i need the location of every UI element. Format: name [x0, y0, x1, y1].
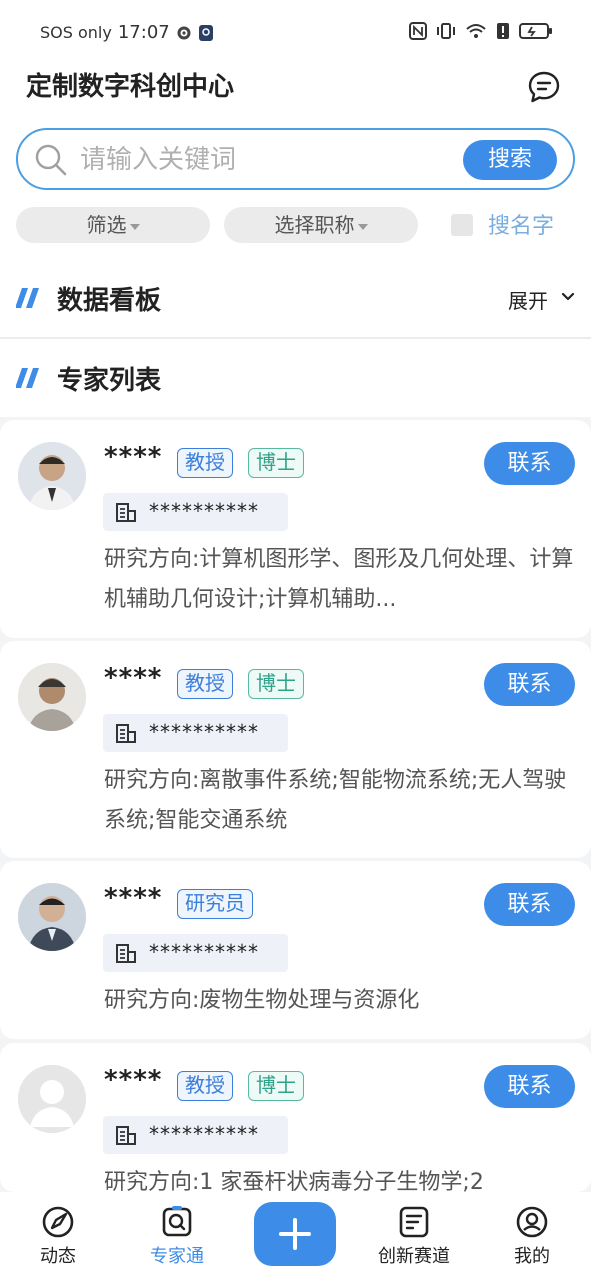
tag-doctorate: 博士: [248, 1071, 304, 1101]
profile-icon: [516, 1206, 548, 1238]
nav-experts[interactable]: 专家通: [127, 1204, 227, 1268]
nav-label: 专家通: [150, 1246, 204, 1267]
search-name-label[interactable]: 搜名字: [488, 208, 554, 240]
filter-label: 筛选: [86, 213, 127, 237]
page-title: 定制数字科创中心: [26, 72, 235, 102]
expert-card[interactable]: **** 教授 博士 联系 ********** 研究方向:离散事件系统;智能物…: [0, 641, 591, 858]
compass-icon: [42, 1206, 74, 1238]
section-marker-icon: [16, 368, 39, 388]
status-left: SOS only 17:07: [40, 22, 214, 43]
contact-button[interactable]: 联系: [484, 1065, 575, 1108]
contact-button[interactable]: 联系: [484, 663, 575, 706]
title-label: 选择职称: [274, 213, 355, 237]
nav-dynamics[interactable]: 动态: [8, 1204, 108, 1268]
search-input[interactable]: [80, 140, 450, 180]
search-name-checkbox[interactable]: [451, 214, 473, 236]
carrier-text: SOS only: [40, 23, 112, 42]
research-direction: 研究方向:计算机图形学、图形及几何处理、计算机辅助几何设计;计算机辅助...: [104, 547, 574, 612]
expand-toggle[interactable]: 展开: [508, 285, 548, 314]
tag-doctorate: 博士: [248, 448, 304, 478]
search-icon: [35, 144, 67, 176]
contact-button[interactable]: 联系: [484, 883, 575, 926]
expert-name: ****: [104, 442, 163, 472]
expert-list-header: 专家列表: [0, 339, 591, 417]
avatar-photo-icon: [18, 663, 86, 731]
filter-dropdown[interactable]: 筛选: [16, 207, 210, 243]
avatar-photo-icon: [18, 883, 86, 951]
vibrate-icon: [437, 23, 455, 39]
caret-down-icon: [357, 223, 368, 230]
tag-professor: 教授: [177, 669, 233, 699]
avatar: [18, 1065, 86, 1133]
expert-list-title: 专家列表: [57, 366, 162, 396]
nav-label: 创新赛道: [378, 1246, 450, 1267]
expert-card[interactable]: **** 教授 博士 联系 ********** 研究方向:1 家蚕杆状病毒分子…: [0, 1043, 591, 1195]
nav-label: 我的: [514, 1246, 550, 1267]
expert-card[interactable]: **** 研究员 联系 ********** 研究方向:废物生物处理与资源化: [0, 861, 591, 1039]
avatar: [18, 663, 86, 731]
contact-button[interactable]: 联系: [484, 442, 575, 485]
alert-icon: [497, 23, 509, 39]
tag-professor: 教授: [177, 1071, 233, 1101]
default-avatar-icon: [18, 1065, 86, 1133]
title-dropdown[interactable]: 选择职称: [224, 207, 418, 243]
tag-professor: 教授: [177, 448, 233, 478]
status-bar: SOS only 17:07: [0, 0, 591, 66]
avatar: [18, 442, 86, 510]
expert-name: ****: [104, 883, 163, 913]
research-direction: 研究方向:离散事件系统;智能物流系统;无人驾驶系统;智能交通系统: [104, 768, 567, 833]
search-bar: 搜索: [16, 128, 575, 190]
chat-bubble-icon[interactable]: [527, 70, 561, 104]
battery-charging-icon: [519, 23, 552, 39]
nav-innovation[interactable]: 创新赛道: [364, 1204, 464, 1268]
nav-label: 动态: [40, 1246, 76, 1267]
building-icon: [116, 1126, 136, 1145]
organization: **********: [103, 1116, 288, 1154]
building-icon: [116, 724, 136, 743]
location-badge-icon: [198, 24, 213, 41]
building-icon: [116, 503, 136, 522]
research-direction: 研究方向:废物生物处理与资源化: [104, 988, 420, 1013]
plus-icon: [279, 1218, 311, 1250]
settings-gear-icon: [177, 26, 191, 39]
avatar-photo-icon: [18, 442, 86, 510]
nfc-icon: [409, 22, 427, 40]
organization: **********: [103, 493, 288, 531]
search-button[interactable]: 搜索: [463, 140, 557, 180]
expert-name: ****: [104, 1065, 163, 1095]
building-icon: [116, 944, 136, 963]
organization: **********: [103, 934, 288, 972]
dashboard-title: 数据看板: [57, 286, 162, 316]
tag-doctorate: 博士: [248, 669, 304, 699]
clock: 17:07: [117, 22, 170, 43]
expert-card[interactable]: **** 教授 博士 联系 ********** 研究方向:计算机图形学、图形及…: [0, 420, 591, 638]
org-name: **********: [149, 1122, 259, 1146]
caret-down-icon: [129, 223, 140, 230]
wifi-icon: [466, 24, 486, 38]
org-name: **********: [149, 499, 259, 523]
org-name: **********: [149, 720, 259, 744]
avatar: [18, 883, 86, 951]
tag-researcher: 研究员: [177, 889, 253, 919]
organization: **********: [103, 714, 288, 752]
nav-profile[interactable]: 我的: [482, 1204, 582, 1268]
expert-search-icon: [162, 1206, 192, 1237]
section-marker-icon: [16, 288, 39, 308]
org-name: **********: [149, 940, 259, 964]
bottom-nav: 动态 专家通 创新赛道 我的: [0, 1192, 591, 1280]
document-icon: [399, 1206, 429, 1238]
chevron-down-icon[interactable]: [560, 290, 576, 304]
add-button[interactable]: [254, 1202, 336, 1266]
expert-name: ****: [104, 663, 163, 693]
status-right: [409, 22, 553, 40]
